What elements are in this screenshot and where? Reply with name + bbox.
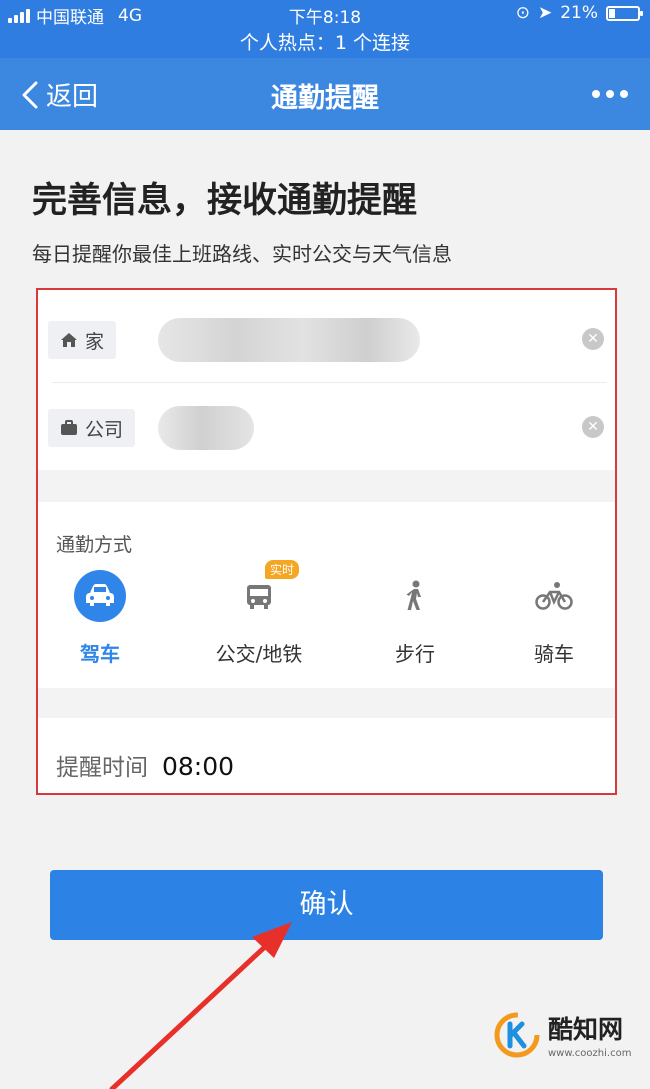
company-address-field[interactable]	[158, 406, 254, 450]
reminder-time-label: 提醒时间	[56, 755, 148, 781]
more-dot-icon	[606, 90, 614, 98]
section-gap	[38, 470, 615, 502]
page-title: 完善信息，接收通勤提醒	[32, 181, 418, 221]
home-tag-label: 家	[85, 330, 105, 353]
watermark-url: www.coozhi.com	[548, 1048, 632, 1059]
nav-title: 通勤提醒	[271, 83, 379, 114]
section-gap	[38, 688, 615, 718]
hotspot-banner[interactable]: 个人热点：1 个连接	[0, 28, 650, 58]
confirm-button[interactable]: 确认	[50, 870, 603, 940]
battery-percent: 21%	[560, 3, 598, 23]
mode-bike[interactable]: 骑车	[484, 570, 624, 667]
mode-walk-label: 步行	[395, 642, 435, 666]
clear-company-button[interactable]: ✕	[582, 416, 604, 438]
reminder-time-value[interactable]: 08:00	[162, 752, 234, 781]
clear-home-button[interactable]: ✕	[582, 328, 604, 350]
battery-level-fill	[609, 8, 615, 18]
home-icon	[61, 333, 77, 347]
status-bar: 中国联通 4G 下午8:18 ⊙ ➤ 21%	[0, 0, 650, 28]
coozhi-logo-icon	[494, 1012, 540, 1058]
address-divider	[52, 382, 607, 383]
location-icon: ➤	[537, 3, 553, 23]
page-subtitle: 每日提醒你最佳上班路线、实时公交与天气信息	[32, 242, 452, 266]
home-address-row[interactable]: 家 ✕	[48, 306, 608, 372]
reminder-time-row[interactable]: 提醒时间 08:00	[56, 748, 234, 782]
mode-drive[interactable]: 驾车	[30, 570, 170, 667]
more-dot-icon	[592, 90, 600, 98]
battery-icon	[606, 5, 643, 21]
nav-bar: 返回 通勤提醒	[0, 58, 650, 130]
briefcase-icon	[61, 420, 77, 435]
commute-mode-label: 通勤方式	[56, 534, 133, 556]
bus-icon: 实时	[233, 560, 299, 622]
home-tag: 家	[48, 321, 117, 359]
rotation-lock-icon: ⊙	[515, 3, 530, 23]
more-dot-icon	[620, 90, 628, 98]
realtime-badge: 实时	[264, 560, 299, 579]
more-options-button[interactable]	[592, 90, 628, 98]
watermark-text: 酷知网 www.coozhi.com	[548, 1010, 631, 1059]
watermark-name: 酷知网	[548, 1015, 624, 1044]
status-right: ⊙ ➤ 21%	[515, 3, 643, 23]
car-icon	[74, 570, 126, 622]
home-address-field[interactable]	[158, 318, 420, 362]
company-tag-label: 公司	[85, 418, 124, 441]
mode-walk[interactable]: 步行	[345, 570, 485, 667]
bike-icon	[528, 570, 580, 622]
mode-transit-label: 公交/地铁	[215, 642, 303, 666]
commute-info-card: 家 ✕ 公司 ✕ 通勤方式 驾车 实时 公交/地铁 步行 骑车 提醒时间 08:…	[36, 288, 617, 795]
walk-icon	[389, 570, 441, 622]
mode-bike-label: 骑车	[534, 642, 574, 666]
company-tag: 公司	[48, 409, 136, 447]
mode-drive-label: 驾车	[80, 642, 120, 666]
mode-transit[interactable]: 实时 公交/地铁	[189, 560, 329, 667]
watermark: 酷知网 www.coozhi.com	[494, 1010, 631, 1059]
company-address-row[interactable]: 公司 ✕	[48, 394, 608, 460]
